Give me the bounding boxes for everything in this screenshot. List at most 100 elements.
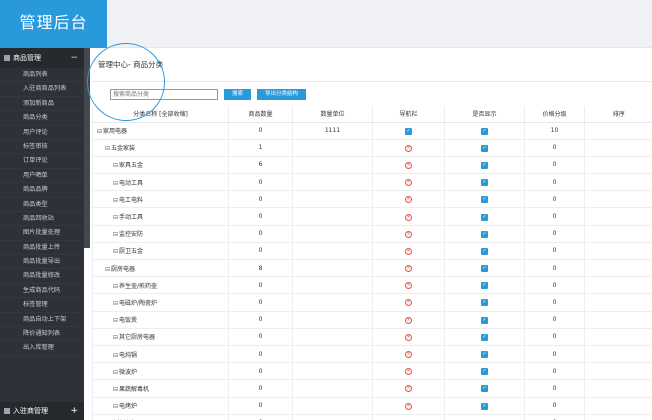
export-structure-button[interactable]: 导出分类结构 xyxy=(257,88,307,100)
check-icon[interactable]: ✓ xyxy=(481,144,488,152)
cross-circle-icon[interactable]: × xyxy=(405,316,412,324)
category-name[interactable]: 五金家装 xyxy=(111,145,135,152)
check-icon[interactable]: ✓ xyxy=(481,282,488,290)
cross-circle-icon[interactable]: × xyxy=(405,282,412,290)
check-icon[interactable]: ✓ xyxy=(481,402,488,410)
sidebar-item[interactable]: 生成商品代码 xyxy=(0,284,84,299)
tree-toggle-icon[interactable]: ⊟ xyxy=(113,352,118,359)
tree-toggle-icon[interactable]: ⊟ xyxy=(105,145,110,152)
tree-toggle-icon[interactable]: ⊟ xyxy=(113,386,118,393)
cross-circle-icon[interactable]: × xyxy=(405,247,412,255)
check-icon[interactable]: ✓ xyxy=(481,333,488,341)
tree-toggle-icon[interactable]: ⊟ xyxy=(113,231,118,238)
category-name[interactable]: 微波炉 xyxy=(119,369,137,376)
category-name[interactable]: 厨卫五金 xyxy=(119,248,143,255)
check-icon[interactable]: ✓ xyxy=(481,179,488,187)
category-name[interactable]: 电磁炉/陶瓷炉 xyxy=(119,300,157,307)
tree-toggle-icon[interactable]: ⊟ xyxy=(113,214,118,221)
check-icon[interactable]: ✓ xyxy=(481,247,488,255)
cross-circle-icon[interactable]: × xyxy=(405,299,412,307)
sidebar-section-header[interactable]: 商品管理 − xyxy=(0,48,84,68)
sidebar-item[interactable]: 商品类型 xyxy=(0,198,84,212)
check-icon[interactable]: ✓ xyxy=(481,385,488,393)
sidebar-item[interactable]: 商品批量导出 xyxy=(0,255,84,270)
sidebar-item[interactable]: 标签管理 xyxy=(0,298,84,313)
tree-toggle-icon[interactable]: ⊟ xyxy=(97,128,102,135)
sidebar-item[interactable]: 订单评论 xyxy=(0,154,84,169)
sidebar-item[interactable]: 商品列表 xyxy=(0,68,84,83)
category-name[interactable]: 电炖锅 xyxy=(119,352,137,359)
tree-toggle-icon[interactable]: ⊟ xyxy=(113,317,118,324)
check-icon[interactable]: ✓ xyxy=(481,127,488,135)
sidebar-item[interactable]: 商品品牌 xyxy=(0,183,84,198)
sidebar-item[interactable]: 添加新商品 xyxy=(0,97,84,112)
cross-circle-icon[interactable]: × xyxy=(405,144,412,152)
check-icon[interactable]: ✓ xyxy=(481,213,488,221)
cross-circle-icon[interactable]: × xyxy=(405,213,412,221)
search-button[interactable]: 搜索 xyxy=(224,88,252,100)
cross-circle-icon[interactable]: × xyxy=(405,179,412,187)
category-name[interactable]: 电烤炉 xyxy=(119,403,137,410)
sidebar-footer-section[interactable]: 入驻商管理 + xyxy=(0,402,84,420)
sidebar-item[interactable]: 商品批量修改 xyxy=(0,269,84,284)
category-name[interactable]: 电饭煲 xyxy=(119,317,137,324)
check-icon[interactable]: ✓ xyxy=(481,299,488,307)
tree-toggle-icon[interactable]: ⊟ xyxy=(113,334,118,341)
category-name[interactable]: 监控安防 xyxy=(119,231,143,238)
sidebar-item[interactable]: 出入库管理 xyxy=(0,341,84,356)
sidebar-scrollbar[interactable] xyxy=(84,48,90,248)
tree-toggle-icon[interactable]: ⊟ xyxy=(113,248,118,255)
sidebar-item[interactable]: 商品回收站 xyxy=(0,212,84,227)
cross-circle-icon[interactable]: × xyxy=(405,351,412,359)
cross-circle-icon[interactable]: × xyxy=(405,161,412,169)
sidebar-item[interactable]: 用户评论 xyxy=(0,126,84,140)
tree-toggle-icon[interactable]: ⊟ xyxy=(113,300,118,307)
cross-circle-icon[interactable]: × xyxy=(405,368,412,376)
cross-circle-icon[interactable]: × xyxy=(405,265,412,273)
sidebar-item[interactable]: 入驻商商品列表 xyxy=(0,82,84,97)
category-name[interactable]: 厨房电器 xyxy=(111,266,135,273)
cross-circle-icon[interactable]: × xyxy=(405,230,412,238)
cross-circle-icon[interactable]: × xyxy=(405,385,412,393)
sidebar-item[interactable]: 降价通知列表 xyxy=(0,327,84,342)
sidebar-item[interactable]: 标签审核 xyxy=(0,140,84,155)
expand-icon[interactable]: + xyxy=(70,402,78,420)
price-grade-cell: 0 xyxy=(524,276,585,295)
check-icon[interactable]: ✓ xyxy=(481,230,488,238)
cross-circle-icon[interactable]: × xyxy=(405,196,412,204)
category-name[interactable]: 养生壶/煎药壶 xyxy=(119,283,157,290)
cross-circle-icon[interactable]: × xyxy=(405,402,412,410)
check-icon[interactable]: ✓ xyxy=(481,196,488,204)
tree-toggle-icon[interactable]: ⊟ xyxy=(113,403,118,410)
sidebar-item[interactable]: 用户晒单 xyxy=(0,169,84,184)
category-name[interactable]: 家具五金 xyxy=(119,162,143,169)
check-icon[interactable]: ✓ xyxy=(405,127,412,135)
sidebar-item[interactable]: 商品分类 xyxy=(0,111,84,126)
category-name[interactable]: 果蔬解毒机 xyxy=(119,386,149,393)
sidebar-item[interactable]: 图片批量处理 xyxy=(0,226,84,241)
check-icon[interactable]: ✓ xyxy=(481,368,488,376)
sidebar-item[interactable]: 商品批量上传 xyxy=(0,241,84,256)
search-input[interactable] xyxy=(110,88,218,100)
check-icon[interactable]: ✓ xyxy=(481,351,488,359)
tree-toggle-icon[interactable]: ⊟ xyxy=(113,162,118,169)
column-header: 商品数量 xyxy=(228,106,293,123)
collapse-icon[interactable]: − xyxy=(70,48,78,68)
tree-toggle-icon[interactable]: ⊟ xyxy=(113,180,118,187)
sidebar-item[interactable]: 商品自动上下架 xyxy=(0,313,84,328)
category-name[interactable]: 电工电料 xyxy=(119,197,143,204)
cross-circle-icon[interactable]: × xyxy=(405,333,412,341)
tree-toggle-icon[interactable]: ⊟ xyxy=(105,266,110,273)
category-name[interactable]: 手动工具 xyxy=(119,214,143,221)
category-name[interactable]: 家用电器 xyxy=(103,128,127,135)
check-icon[interactable]: ✓ xyxy=(481,316,488,324)
category-name[interactable]: 电动工具 xyxy=(119,180,143,187)
tree-toggle-icon[interactable]: ⊟ xyxy=(113,283,118,290)
column-header[interactable]: 分类名称 [全部收缩] xyxy=(92,106,229,123)
tree-toggle-icon[interactable]: ⊟ xyxy=(113,197,118,204)
check-icon[interactable]: ✓ xyxy=(481,265,488,273)
check-icon[interactable]: ✓ xyxy=(481,161,488,169)
tree-toggle-icon[interactable]: ⊟ xyxy=(113,369,118,376)
app-logo-title[interactable]: 管理后台 xyxy=(0,0,107,48)
category-name[interactable]: 其它厨房电器 xyxy=(119,334,155,341)
